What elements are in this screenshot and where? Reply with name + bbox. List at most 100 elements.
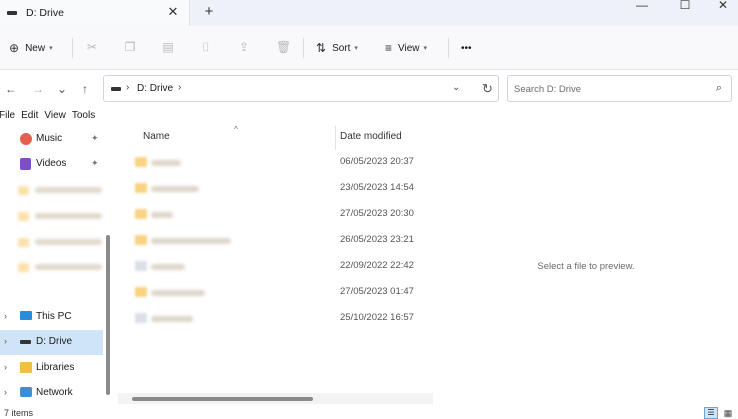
tiles-view-icon[interactable]: ▦ [722,407,734,419]
title-bar: D: Drive ✕ + — ☐ ✕ [0,0,738,26]
breadcrumb-d-drive[interactable]: D: Drive [137,83,173,94]
file-name-redacted [151,212,173,218]
folder-icon [135,157,147,167]
copy-icon[interactable]: ❐ [123,40,137,54]
date-modified: 27/05/2023 20:30 [340,208,414,219]
sidebar-item-redacted[interactable] [18,183,102,197]
menu-edit[interactable]: Edit [21,110,38,126]
rename-icon[interactable]: ⌷ [199,40,213,54]
sidebar-item-network[interactable]: › Network [0,381,103,406]
back-arrow-icon[interactable]: ← [4,82,18,96]
view-label: View [398,42,420,54]
table-row[interactable]: 26/05/2023 23:21 [118,228,433,254]
pin-icon: ✦ [91,133,99,143]
sidebar-item-this-pc[interactable]: › This PC [0,305,103,330]
cut-icon[interactable]: ✂ [85,40,99,54]
minimize-button[interactable]: — [627,0,657,12]
chevron-right-icon[interactable]: › [4,362,7,372]
share-icon[interactable]: ⇪ [237,40,251,54]
refresh-icon[interactable]: ↻ [482,81,493,97]
tab-title: D: Drive [26,7,64,19]
forward-arrow-icon[interactable]: → [31,82,45,96]
network-icon [20,387,32,397]
tab-d-drive[interactable]: D: Drive ✕ [0,0,190,26]
drive-icon [7,11,17,15]
search-box[interactable]: Search D: Drive ⌕ [507,75,732,102]
folder-icon [135,183,147,193]
table-row[interactable]: 27/05/2023 20:30 [118,202,433,228]
sidebar-item-label: D: Drive [36,336,73,347]
sidebar-item-videos[interactable]: Videos ✦ [0,152,103,177]
menu-file[interactable]: File [0,110,15,126]
divider [303,38,304,58]
status-bar: 7 items ☰ ▦ [0,407,738,419]
folder-icon [135,235,147,245]
horizontal-scrollbar[interactable] [132,397,313,401]
menu-bar: File Edit View Tools [0,110,101,126]
address-dropdown-icon[interactable]: ⌄ [452,82,460,93]
view-icon: ≡ [385,41,393,55]
sidebar-item-redacted[interactable] [18,209,102,223]
music-icon [20,133,32,145]
file-name-redacted [151,264,185,270]
table-row[interactable]: 06/05/2023 20:37 [118,150,433,176]
address-bar[interactable]: › D: Drive › ⌄ [103,75,499,102]
maximize-button[interactable]: ☐ [670,0,700,12]
file-name-redacted [151,160,181,166]
recent-locations-icon[interactable]: ⌄ [55,82,69,96]
sidebar-item-redacted[interactable] [18,235,102,249]
breadcrumb-chevron-icon[interactable]: › [126,82,129,93]
column-divider[interactable] [335,126,336,150]
file-icon [135,313,147,323]
folder-icon [135,287,147,297]
column-header-name[interactable]: Name [143,131,170,142]
command-bar: ⊕ New ▾ ✂ ❐ ▤ ⌷ ⇪ 🗑 ⇅ Sort ▾ ≡ View ▾ ••… [0,26,738,70]
close-window-button[interactable]: ✕ [708,0,738,12]
drive-icon [111,87,121,91]
date-modified: 06/05/2023 20:37 [340,156,414,167]
sidebar-item-label: Videos [36,158,67,169]
chevron-right-icon[interactable]: › [4,387,7,397]
sidebar-item-d-drive[interactable]: › D: Drive [0,330,103,355]
sidebar-item-label: Network [36,387,73,398]
divider [448,38,449,58]
chevron-down-icon: ▾ [354,45,358,52]
sort-icon: ⇅ [316,41,327,55]
sidebar-item-label: Libraries [36,362,75,373]
sidebar-item-music[interactable]: Music ✦ [0,127,103,152]
more-icon: ••• [461,42,472,54]
view-button[interactable]: ≡ View ▾ [385,39,427,57]
divider [72,38,73,58]
date-modified: 27/05/2023 01:47 [340,286,414,297]
table-row[interactable]: 22/09/2022 22:42 [118,254,433,280]
menu-tools[interactable]: Tools [72,110,95,126]
sidebar-item-libraries[interactable]: › Libraries [0,356,103,381]
file-name-redacted [151,290,205,296]
table-row[interactable]: 25/10/2022 16:57 [118,306,433,332]
chevron-right-icon[interactable]: › [4,336,7,346]
sort-button[interactable]: ⇅ Sort ▾ [316,39,358,57]
up-arrow-icon[interactable]: ↑ [78,82,92,96]
search-icon: ⌕ [715,82,722,94]
add-tab-icon[interactable]: + [202,4,216,19]
new-button[interactable]: ⊕ New ▾ [9,39,53,57]
sidebar-item-redacted[interactable] [18,260,102,274]
table-row[interactable]: 27/05/2023 01:47 [118,280,433,306]
more-options-button[interactable]: ••• [461,39,472,57]
delete-icon[interactable]: 🗑 [276,40,291,54]
paste-icon[interactable]: ▤ [161,40,175,54]
chevron-down-icon: ▾ [49,45,53,52]
date-modified: 25/10/2022 16:57 [340,312,414,323]
chevron-right-icon[interactable]: › [4,311,7,321]
close-tab-icon[interactable]: ✕ [166,5,180,19]
file-name-redacted [151,186,199,192]
sidebar-scrollbar[interactable] [106,235,110,395]
breadcrumb-chevron-icon[interactable]: › [178,82,181,93]
videos-icon [20,158,31,170]
column-header-date-modified[interactable]: Date modified [340,131,402,142]
file-name-redacted [151,238,231,244]
table-row[interactable]: 23/05/2023 14:54 [118,176,433,202]
search-input[interactable]: Search D: Drive [514,84,581,95]
menu-view[interactable]: View [44,110,66,126]
details-view-icon[interactable]: ☰ [704,407,718,419]
